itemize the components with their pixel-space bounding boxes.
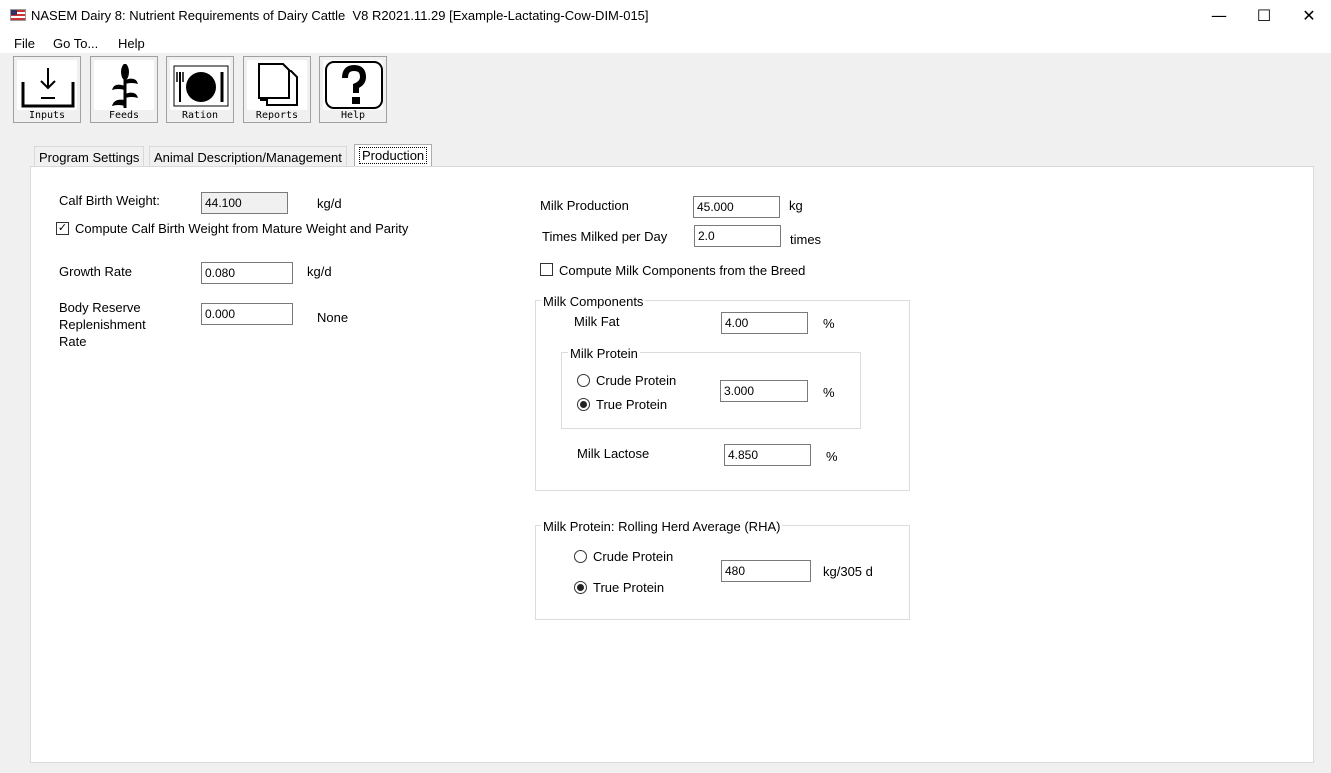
compute-calf-weight-label: Compute Calf Birth Weight from Mature We… xyxy=(75,221,409,236)
window-title: NASEM Dairy 8: Nutrient Requirements of … xyxy=(31,8,649,23)
menu-bar xyxy=(0,31,1331,53)
crude-protein-label: Crude Protein xyxy=(596,373,677,388)
maximize-button[interactable]: ☐ xyxy=(1241,0,1287,31)
reports-label: Reports xyxy=(255,110,299,121)
rha-crude-protein-radio[interactable] xyxy=(574,550,587,563)
feeds-button[interactable]: Feeds xyxy=(90,56,158,123)
body-reserve-label-line1: Body Reserve xyxy=(59,300,141,315)
minimize-button[interactable]: — xyxy=(1196,0,1242,31)
milk-production-label: Milk Production xyxy=(540,198,629,213)
growth-rate-unit: kg/d xyxy=(307,264,332,279)
times-milked-unit: times xyxy=(790,232,822,247)
tab-production-label: Production xyxy=(359,147,428,164)
help-label: Help xyxy=(340,110,366,121)
rha-title: Milk Protein: Rolling Herd Average (RHA) xyxy=(541,519,783,534)
calf-birth-weight-field[interactable]: 44.100 xyxy=(201,192,288,214)
body-reserve-label-line3: Rate xyxy=(59,334,87,349)
inputs-button[interactable]: Inputs xyxy=(13,56,81,123)
crude-protein-radio[interactable] xyxy=(577,374,590,387)
tab-animal-description[interactable]: Animal Description/Management xyxy=(149,146,347,167)
body-reserve-unit: None xyxy=(317,310,349,325)
growth-rate-label: Growth Rate xyxy=(59,264,132,279)
rha-field[interactable]: 480 xyxy=(721,560,811,582)
rha-unit: kg/305 d xyxy=(823,564,873,579)
corn-plant-icon xyxy=(94,60,154,110)
milk-protein-group xyxy=(561,352,861,429)
milk-lactose-label: Milk Lactose xyxy=(577,446,650,461)
rha-crude-protein-label: Crude Protein xyxy=(593,549,674,564)
times-milked-field[interactable]: 2.0 xyxy=(694,225,781,247)
plate-icon xyxy=(170,60,230,110)
compute-calf-weight-checkbox[interactable]: ✓ xyxy=(56,222,69,235)
body-reserve-label-line2: Replenishment xyxy=(59,317,146,332)
menu-goto[interactable]: Go To... xyxy=(53,36,98,51)
compute-milk-components-label: Compute Milk Components from the Breed xyxy=(559,263,806,278)
times-milked-label: Times Milked per Day xyxy=(542,229,668,244)
question-mark-icon xyxy=(323,60,383,110)
milk-lactose-field[interactable]: 4.850 xyxy=(724,444,811,466)
tab-program-settings[interactable]: Program Settings xyxy=(34,146,145,167)
milk-lactose-unit: % xyxy=(826,449,838,464)
milk-fat-field[interactable]: 4.00 xyxy=(721,312,808,334)
true-protein-label: True Protein xyxy=(596,397,668,412)
milk-components-title: Milk Components xyxy=(541,294,646,309)
milk-fat-unit: % xyxy=(823,316,835,331)
app-flag-icon xyxy=(10,9,26,21)
milk-protein-title: Milk Protein xyxy=(568,346,640,361)
feeds-label: Feeds xyxy=(108,110,140,121)
menu-help[interactable]: Help xyxy=(118,36,145,51)
milk-production-field[interactable]: 45.000 xyxy=(693,196,780,218)
milk-protein-field[interactable]: 3.000 xyxy=(720,380,808,402)
compute-milk-components-checkbox[interactable] xyxy=(540,263,553,276)
reports-button[interactable]: Reports xyxy=(243,56,311,123)
tab-production[interactable]: Production xyxy=(354,144,433,167)
inputs-label: Inputs xyxy=(28,110,66,121)
growth-rate-field[interactable]: 0.080 xyxy=(201,262,293,284)
true-protein-radio[interactable] xyxy=(577,398,590,411)
milk-protein-unit: % xyxy=(823,385,835,400)
milk-fat-label: Milk Fat xyxy=(574,314,620,329)
milk-production-unit: kg xyxy=(789,198,803,213)
calf-birth-weight-unit: kg/d xyxy=(317,196,342,211)
body-reserve-field[interactable]: 0.000 xyxy=(201,303,293,325)
inputs-icon xyxy=(17,60,77,110)
documents-icon xyxy=(247,60,307,110)
rha-true-protein-radio[interactable] xyxy=(574,581,587,594)
ration-button[interactable]: Ration xyxy=(166,56,234,123)
close-button[interactable]: ✕ xyxy=(1286,0,1331,31)
ration-label: Ration xyxy=(181,110,219,121)
rha-true-protein-label: True Protein xyxy=(593,580,665,595)
calf-birth-weight-label: Calf Birth Weight: xyxy=(59,193,160,208)
menu-file[interactable]: File xyxy=(14,36,35,51)
help-button[interactable]: Help xyxy=(319,56,387,123)
